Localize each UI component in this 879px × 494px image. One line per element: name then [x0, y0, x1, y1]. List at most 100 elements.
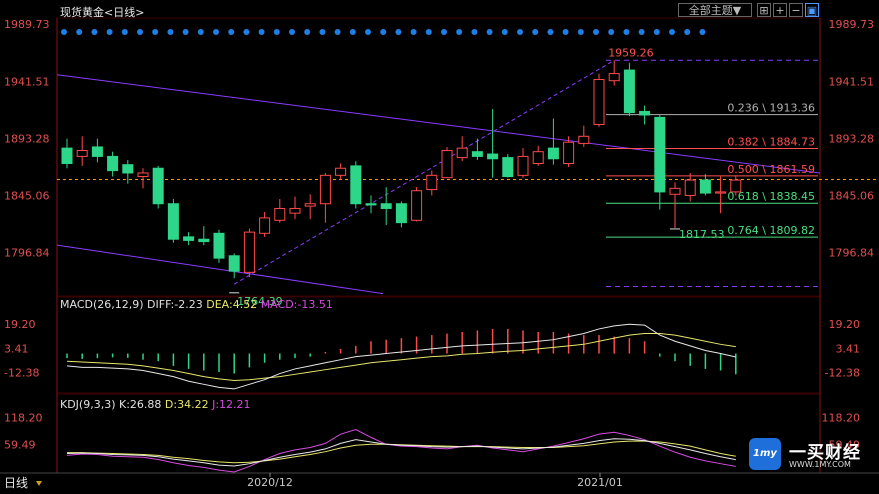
candle-body — [532, 151, 544, 165]
candle-body — [578, 135, 590, 144]
candle-body — [137, 172, 149, 178]
candle-body — [669, 187, 681, 195]
chart-canvas: 1989.73 1989.73 1941.51 1941.51 1893.28 1893.… — [0, 17, 879, 490]
signal-dot — [425, 29, 432, 35]
theme-dropdown[interactable]: 全部主题▼ — [678, 3, 752, 17]
zoom-out-icon[interactable]: − — [789, 3, 803, 17]
signal-dot — [365, 29, 371, 35]
macd-axis-label-left: 3.41 — [4, 342, 29, 355]
candle-body — [335, 167, 347, 176]
candle-body — [365, 203, 377, 206]
candle-body — [122, 164, 134, 174]
signal-dot — [380, 29, 387, 35]
signal-dot — [319, 29, 326, 35]
kdj-axis-label-right: 118.20 — [822, 411, 861, 424]
kdj-d: D:34.22 — [164, 398, 209, 411]
signal-dot — [197, 29, 204, 35]
price-axis-label-left: 1796.84 — [4, 246, 50, 259]
signal-dot — [289, 29, 295, 35]
x-axis-label: 2020/12 — [247, 476, 293, 489]
signal-dot — [243, 29, 250, 35]
signal-dot — [410, 29, 417, 35]
candle-body — [411, 190, 423, 221]
upper-channel-line — [56, 74, 821, 174]
signal-dot — [137, 29, 143, 35]
signal-dot — [228, 29, 235, 35]
signal-dot — [547, 29, 554, 35]
signal-dot — [532, 29, 539, 35]
signal-dot — [76, 29, 83, 35]
signal-dot — [304, 29, 311, 35]
signal-dot — [653, 29, 660, 35]
signal-dot — [106, 29, 113, 35]
panel-frame — [56, 17, 821, 297]
macd-axis-label-right: 3.41 — [836, 342, 861, 355]
candle-body — [350, 165, 362, 205]
price-axis-label-right: 1893.28 — [829, 132, 875, 145]
signal-dot — [456, 29, 463, 35]
signal-dot — [91, 29, 98, 35]
candle-body — [639, 110, 651, 116]
trend-dashed-line — [233, 59, 615, 285]
fullscreen-icon[interactable]: ⊞ — [757, 3, 771, 17]
fib-level-label: 0.764 \ 1809.82 — [727, 224, 815, 237]
macd-axis-label-right: 19.20 — [829, 318, 861, 331]
signal-dot — [699, 29, 706, 35]
signal-dot — [334, 29, 341, 35]
signal-dot — [501, 29, 508, 35]
fib-level-label: 0.382 \ 1884.73 — [727, 135, 815, 148]
kdj-name: KDJ(9,3,3) — [60, 398, 116, 411]
signal-dot — [517, 29, 523, 35]
candle-body — [380, 203, 392, 209]
signal-dot — [152, 29, 159, 35]
kdj-k: K:26.88 — [119, 398, 162, 411]
candle-body — [426, 174, 438, 191]
price-axis-label-right: 1941.51 — [829, 75, 875, 88]
candle-body — [593, 79, 605, 125]
candle-body — [243, 231, 255, 273]
panel-frame — [56, 296, 821, 394]
period-tab-arrow-icon — [36, 481, 42, 486]
kdj-j-line — [66, 429, 736, 473]
candle-body — [319, 174, 331, 205]
signal-dot — [593, 29, 599, 35]
price-axis-label-right: 1989.73 — [829, 18, 875, 31]
candle-body — [547, 147, 559, 160]
high-price-label: 1959.26 — [608, 46, 654, 59]
candle-body — [654, 116, 666, 193]
candle-body — [198, 238, 210, 243]
chart-title: 现货黄金<日线> — [60, 4, 144, 20]
signal-dot — [61, 29, 67, 35]
candle-body — [395, 203, 407, 224]
logo-mark-icon: 1my — [749, 438, 781, 470]
kdj-axis-label-left: 118.20 — [4, 411, 43, 424]
candle-body — [61, 147, 73, 165]
fib-level-label: 0.236 \ 1913.36 — [727, 102, 815, 115]
macd-dea: DEA:4.52 — [206, 298, 258, 311]
candle-body — [684, 179, 696, 196]
candle-body — [167, 203, 179, 240]
kdj-j: J:12.21 — [212, 398, 251, 411]
period-label[interactable]: <日线> — [104, 6, 144, 19]
fib-level-label: 0.500 \ 1861.59 — [727, 163, 815, 176]
candle-body — [699, 179, 711, 194]
signal-dot — [562, 29, 569, 35]
kdj-d-line — [67, 440, 736, 464]
zoom-in-icon[interactable]: + — [773, 3, 787, 17]
window-icon[interactable]: ▣ — [805, 3, 819, 17]
candle-body — [183, 236, 195, 241]
macd-header: MACD(26,12,9) DIFF:-2.23 DEA:4.52 MACD:-… — [60, 298, 333, 311]
period-tab-label: 日线 — [4, 476, 28, 490]
candle-body — [471, 151, 483, 157]
price-axis-label-left: 1941.51 — [4, 75, 50, 88]
candle-body — [213, 232, 225, 259]
candle-body — [715, 191, 727, 194]
brand-logo: 1my 一买财经 WWW.1MY.COM — [749, 438, 869, 472]
signal-dot — [182, 29, 189, 35]
signal-dot — [258, 29, 265, 35]
price-axis-label-left: 1845.06 — [4, 189, 50, 202]
candle-body — [456, 147, 468, 159]
signal-dot — [486, 29, 493, 35]
candle-body — [502, 157, 514, 178]
price-axis-label-right: 1796.84 — [829, 246, 875, 259]
